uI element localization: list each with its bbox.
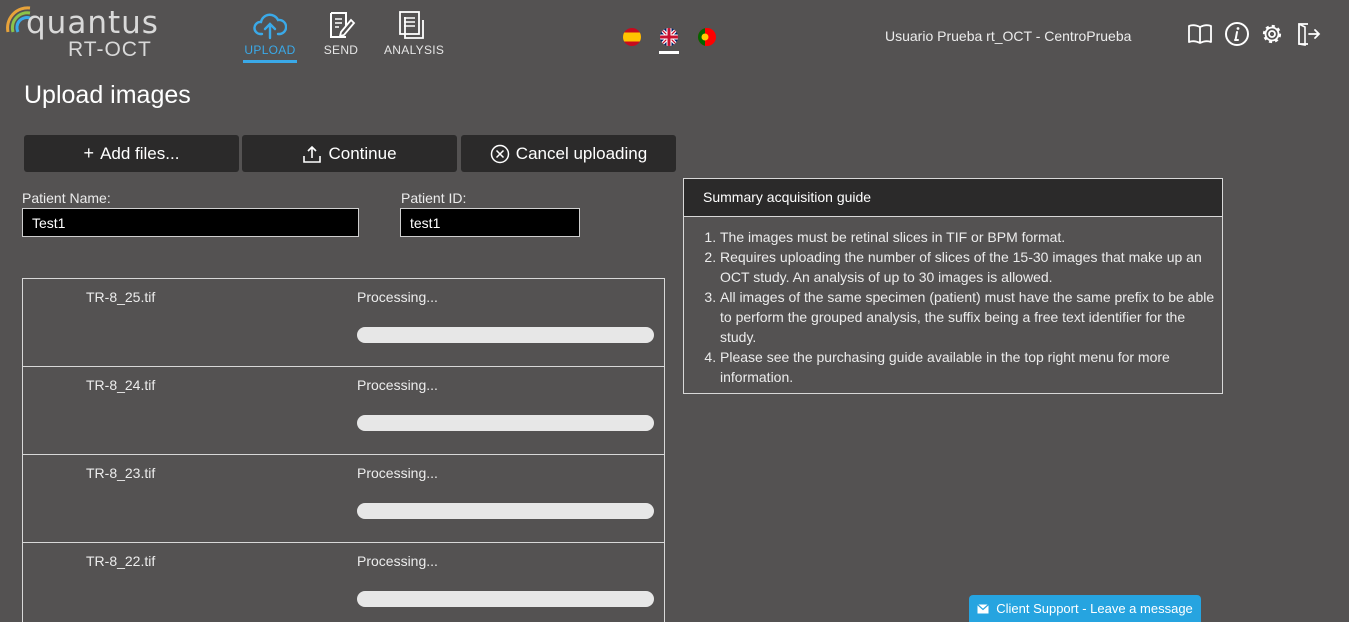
file-status: Processing... bbox=[357, 465, 438, 481]
documents-icon bbox=[399, 11, 424, 39]
file-name: TR-8_24.tif bbox=[86, 377, 156, 393]
file-status: Processing... bbox=[357, 553, 438, 569]
file-row: TR-8_22.tif Processing... bbox=[23, 543, 664, 622]
nav-upload[interactable]: UPLOAD bbox=[243, 10, 297, 63]
progress-bar bbox=[357, 591, 654, 607]
plus-icon: + bbox=[83, 143, 95, 163]
cloud-upload-icon bbox=[253, 13, 287, 40]
client-support-button[interactable]: Client Support - Leave a message bbox=[969, 595, 1201, 622]
nav-analysis-label: ANALYSIS bbox=[384, 43, 445, 57]
file-row: TR-8_25.tif Processing... bbox=[23, 279, 664, 367]
file-status: Processing... bbox=[357, 377, 438, 393]
info-icon[interactable] bbox=[1224, 21, 1250, 47]
gear-icon[interactable] bbox=[1259, 21, 1285, 47]
flag-uk-icon[interactable] bbox=[660, 28, 678, 46]
file-row: TR-8_24.tif Processing... bbox=[23, 367, 664, 455]
logout-icon[interactable] bbox=[1295, 21, 1321, 47]
upload-file-list: TR-8_25.tif Processing... TR-8_24.tif Pr… bbox=[22, 278, 665, 622]
add-files-label: Add files... bbox=[100, 143, 180, 163]
patient-id-label: Patient ID: bbox=[401, 190, 467, 206]
guide-item: The images must be retinal slices in TIF… bbox=[720, 227, 1218, 247]
patient-name-label: Patient Name: bbox=[22, 190, 111, 206]
add-files-button[interactable]: + Add files... bbox=[24, 135, 239, 172]
guide-item: All images of the same specimen (patient… bbox=[720, 287, 1218, 347]
continue-button[interactable]: Continue bbox=[242, 135, 457, 172]
guide-title: Summary acquisition guide bbox=[684, 179, 1222, 217]
guide-list: The images must be retinal slices in TIF… bbox=[684, 227, 1222, 387]
nav-send-label: SEND bbox=[323, 43, 359, 57]
envelope-icon bbox=[977, 603, 990, 613]
file-name: TR-8_23.tif bbox=[86, 465, 156, 481]
logo-name: quantus bbox=[26, 5, 159, 41]
progress-bar bbox=[357, 415, 654, 431]
guide-item: Requires uploading the number of slices … bbox=[720, 247, 1218, 287]
flag-portugal-icon[interactable] bbox=[698, 28, 716, 46]
cancel-uploading-button[interactable]: Cancel uploading bbox=[461, 135, 676, 172]
logo-subtitle: RT-OCT bbox=[68, 38, 152, 61]
patient-id-input[interactable] bbox=[400, 208, 580, 237]
upload-icon bbox=[303, 145, 322, 163]
cancel-uploading-label: Cancel uploading bbox=[515, 143, 648, 163]
patient-name-input[interactable] bbox=[22, 208, 359, 237]
file-name: TR-8_25.tif bbox=[86, 289, 156, 305]
acquisition-guide-panel: Summary acquisition guide The images mus… bbox=[683, 178, 1223, 394]
file-row: TR-8_23.tif Processing... bbox=[23, 455, 664, 543]
document-edit-icon bbox=[330, 12, 356, 38]
user-name: Usuario Prueba rt_OCT - CentroPrueba bbox=[885, 28, 1132, 44]
active-language-underline bbox=[659, 51, 679, 54]
nav-active-underline bbox=[243, 60, 297, 63]
flag-spain-icon[interactable] bbox=[623, 28, 641, 46]
book-icon[interactable] bbox=[1187, 21, 1213, 47]
page-title: Upload images bbox=[24, 81, 191, 109]
nav-analysis[interactable]: ANALYSIS bbox=[384, 10, 445, 57]
nav-upload-label: UPLOAD bbox=[244, 43, 296, 57]
progress-bar bbox=[357, 503, 654, 519]
guide-item: Please see the purchasing guide availabl… bbox=[720, 347, 1218, 387]
continue-label: Continue bbox=[328, 143, 397, 163]
progress-bar bbox=[357, 327, 654, 343]
app-logo: quantus RT-OCT bbox=[4, 2, 164, 64]
cancel-circle-icon bbox=[490, 144, 510, 163]
file-name: TR-8_22.tif bbox=[86, 553, 156, 569]
nav-send[interactable]: SEND bbox=[322, 10, 360, 57]
client-support-label: Client Support - Leave a message bbox=[996, 601, 1193, 616]
file-status: Processing... bbox=[357, 289, 438, 305]
